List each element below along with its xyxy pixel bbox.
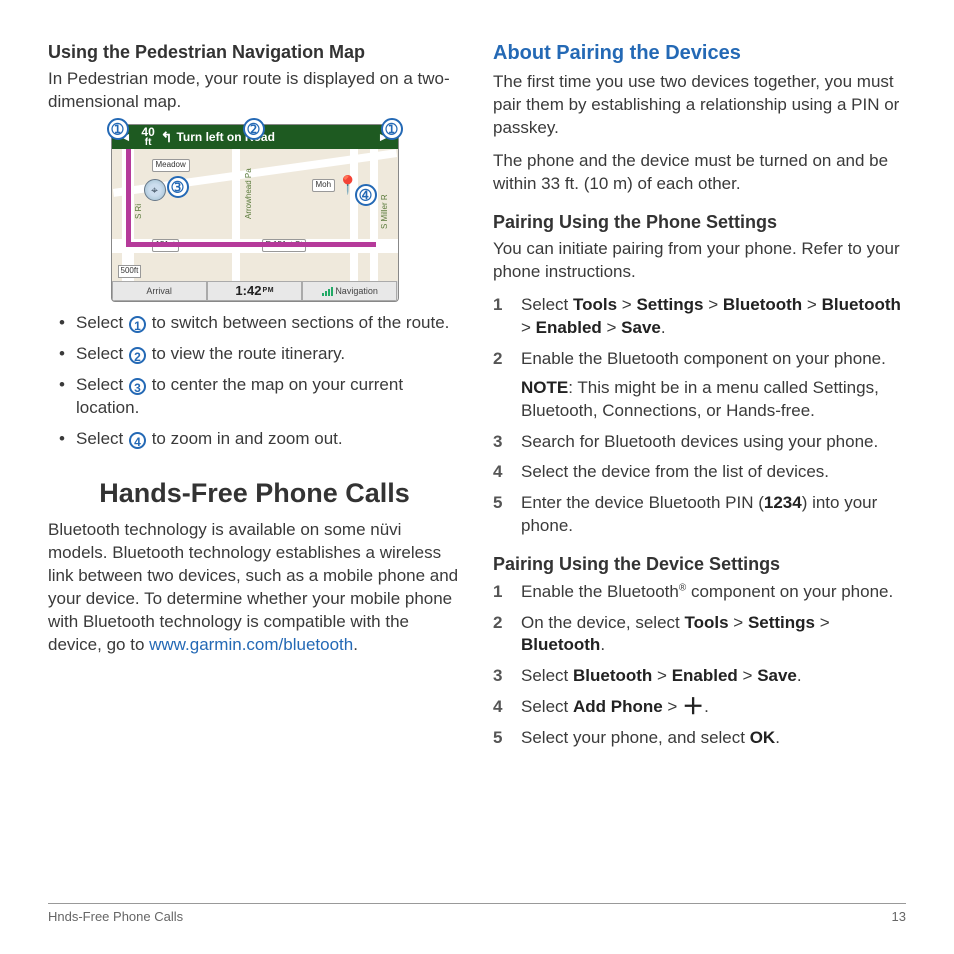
callout-3: ➂ (167, 176, 189, 198)
hands-free-para: Bluetooth technology is available on som… (48, 519, 461, 657)
list-item: 1 Enable the Bluetooth® component on you… (493, 581, 906, 604)
map-figure: ◄ 40 ft ↰ Turn left on Road ► (111, 124, 399, 302)
list-item: 4 Select Add Phone > ＋. (493, 696, 906, 719)
street-label: Meadow (152, 159, 190, 172)
distance-readout: 40 ft (141, 126, 154, 148)
pedestrian-intro: In Pedestrian mode, your route is displa… (48, 68, 461, 114)
right-column: About Pairing the Devices The first time… (493, 40, 906, 910)
page-footer: Hnds-Free Phone Calls 13 (48, 903, 906, 926)
list-item: •Select 3 to center the map on your curr… (48, 374, 461, 420)
garmin-bluetooth-link[interactable]: www.garmin.com/bluetooth (149, 635, 353, 654)
street-label: Moh (312, 179, 336, 192)
callout-ref-4: 4 (129, 432, 146, 449)
navigation-button: Navigation (302, 281, 397, 301)
callout-2: ➁ (243, 118, 265, 140)
list-item: 5 Enter the device Bluetooth PIN (1234) … (493, 492, 906, 538)
device-settings-steps: 1 Enable the Bluetooth® component on you… (493, 581, 906, 751)
map-bullet-list: •Select 1 to switch between sections of … (48, 312, 461, 451)
left-column: Using the Pedestrian Navigation Map In P… (48, 40, 461, 910)
clock-button: 1:42P M (207, 281, 302, 301)
callout-1: ➀ (107, 118, 129, 140)
list-item: 5 Select your phone, and select OK. (493, 727, 906, 750)
callout-1b: ➀ (381, 118, 403, 140)
callout-ref-3: 3 (129, 378, 146, 395)
turn-instruction: Turn left on Road (176, 129, 373, 145)
turn-left-icon: ↰ (161, 128, 173, 147)
heading-pedestrian-map: Using the Pedestrian Navigation Map (48, 40, 461, 64)
heading-phone-settings: Pairing Using the Phone Settings (493, 210, 906, 234)
compass-icon: ⌖ (144, 179, 166, 201)
heading-hands-free: Hands-Free Phone Calls (48, 475, 461, 511)
map-canvas: Arrowhead Pa S Ri S Miller R Meadow Moh … (112, 149, 398, 281)
footer-section-title: Hnds-Free Phone Calls (48, 908, 183, 926)
heading-about-pairing: About Pairing the Devices (493, 40, 906, 67)
phone-settings-intro: You can initiate pairing from your phone… (493, 238, 906, 284)
footer-page-number: 13 (892, 908, 906, 926)
list-item: 3 Select Bluetooth > Enabled > Save. (493, 665, 906, 688)
signal-icon (322, 286, 333, 296)
list-item: •Select 4 to zoom in and zoom out. (48, 428, 461, 451)
heading-device-settings: Pairing Using the Device Settings (493, 552, 906, 576)
list-item: 4Select the device from the list of devi… (493, 461, 906, 484)
list-item: •Select 2 to view the route itinerary. (48, 343, 461, 366)
callout-4: ➃ (355, 184, 377, 206)
map-scale: 500ft (118, 265, 142, 278)
callout-ref-1: 1 (129, 316, 146, 333)
list-item: 3Search for Bluetooth devices using your… (493, 431, 906, 454)
plus-icon: ＋ (682, 700, 704, 714)
map-bottom-bar: Arrival 1:42P M Navigation (112, 281, 398, 301)
phone-settings-steps: 1 Select Tools > Settings > Bluetooth > … (493, 294, 906, 538)
pairing-p1: The first time you use two devices toget… (493, 71, 906, 140)
street-label: S Miller R (380, 195, 391, 230)
list-item: •Select 1 to switch between sections of … (48, 312, 461, 335)
street-label: Arrowhead Pa (244, 168, 255, 219)
callout-ref-2: 2 (129, 347, 146, 364)
arrival-button: Arrival (112, 281, 207, 301)
street-label: S Ri (134, 204, 145, 219)
list-item: 2 On the device, select Tools > Settings… (493, 612, 906, 658)
pairing-p2: The phone and the device must be turned … (493, 150, 906, 196)
list-item: 1 Select Tools > Settings > Bluetooth > … (493, 294, 906, 340)
list-item: 2 Enable the Bluetooth component on your… (493, 348, 906, 423)
